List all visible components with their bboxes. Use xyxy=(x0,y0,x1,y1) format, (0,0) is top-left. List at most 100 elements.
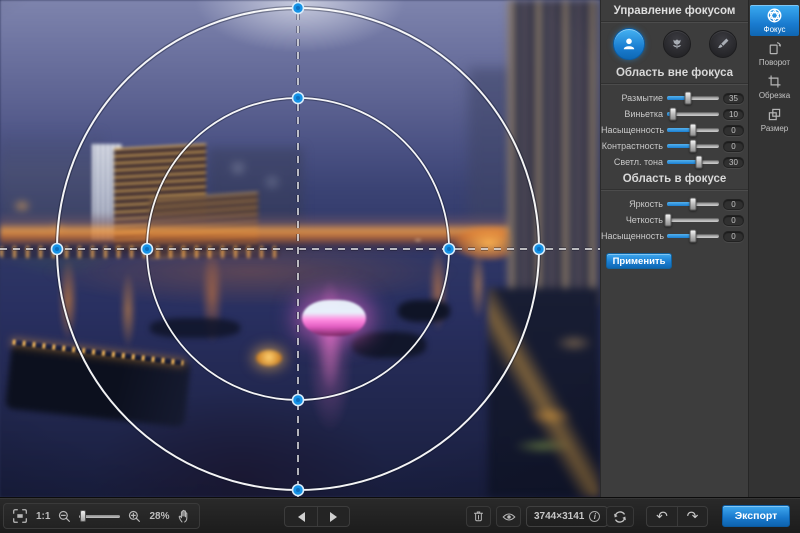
tools-sidebar: Фокус Поворот xyxy=(748,0,800,497)
slider-row: Насыщенность 0 xyxy=(601,122,748,138)
slider-thumb[interactable] xyxy=(665,214,672,227)
slider-thumb[interactable] xyxy=(690,124,697,137)
brush-mode-button[interactable] xyxy=(709,30,737,58)
rotate-icon xyxy=(766,40,783,57)
photo-canvas[interactable] xyxy=(0,0,600,497)
trash-icon xyxy=(471,509,486,524)
undo-button[interactable]: ↶ xyxy=(647,507,677,526)
slider-thumb[interactable] xyxy=(690,230,697,243)
image-dimensions-value: 3744×3141 xyxy=(534,511,584,522)
contrast-slider[interactable] xyxy=(667,144,719,148)
slider-label: Яркость xyxy=(601,199,663,209)
slider-value[interactable]: 0 xyxy=(723,141,744,152)
reset-button[interactable] xyxy=(606,506,634,527)
out-of-focus-title: Область вне фокуса xyxy=(601,67,748,79)
crop-icon xyxy=(766,73,783,90)
portrait-mode-button[interactable] xyxy=(613,28,645,60)
focus-handle-dot xyxy=(296,6,300,10)
previous-image-button[interactable] xyxy=(285,507,317,526)
saturation-out-slider[interactable] xyxy=(667,128,719,132)
slider-label: Четкость xyxy=(601,215,663,225)
next-arrow-icon xyxy=(330,512,337,522)
divider xyxy=(601,189,748,191)
sidebar-item-rotate[interactable]: Поворот xyxy=(750,38,799,69)
slider-thumb[interactable] xyxy=(696,156,703,169)
sharpness-slider[interactable] xyxy=(667,218,719,222)
panel-title: Управление фокусом xyxy=(601,5,748,17)
zoom-slider-thumb[interactable] xyxy=(80,510,86,522)
fit-screen-button[interactable] xyxy=(11,507,29,525)
focus-settings-panel: Управление фокусом Область вне фокуса xyxy=(600,0,748,497)
slider-row: Виньетка 10 xyxy=(601,106,748,122)
next-image-button[interactable] xyxy=(317,507,349,526)
zoom-slider[interactable] xyxy=(79,515,120,518)
divider xyxy=(601,21,748,23)
brightness-slider[interactable] xyxy=(667,202,719,206)
slider-label: Виньетка xyxy=(601,109,663,119)
delete-button[interactable] xyxy=(466,506,491,527)
slider-thumb[interactable] xyxy=(690,140,697,153)
sidebar-item-label: Размер xyxy=(761,124,789,133)
reset-icon xyxy=(612,509,628,525)
sidebar-item-label: Поворот xyxy=(759,58,790,67)
hand-tool-button[interactable] xyxy=(176,508,192,524)
slider-value[interactable]: 0 xyxy=(723,125,744,136)
slider-row: Четкость 0 xyxy=(601,212,748,228)
slider-row: Насыщенность 0 xyxy=(601,228,748,244)
person-icon xyxy=(620,35,638,53)
slider-thumb[interactable] xyxy=(670,108,677,121)
aperture-icon xyxy=(766,7,783,24)
zoom-out-icon[interactable] xyxy=(57,509,72,524)
resize-icon xyxy=(766,106,783,123)
slider-row: Яркость 0 xyxy=(601,196,748,212)
flower-icon xyxy=(669,36,685,52)
saturation-in-slider[interactable] xyxy=(667,234,719,238)
slider-value[interactable]: 10 xyxy=(723,109,744,120)
slider-value[interactable]: 35 xyxy=(723,93,744,104)
slider-label: Насыщенность xyxy=(601,231,663,241)
bottom-toolbar: 1:1 xyxy=(0,497,800,533)
slider-value[interactable]: 0 xyxy=(723,215,744,226)
vignette-slider[interactable] xyxy=(667,112,719,116)
previous-arrow-icon xyxy=(298,512,305,522)
redo-icon: ↷ xyxy=(687,510,699,524)
focus-handle-dot xyxy=(145,247,149,251)
slider-thumb[interactable] xyxy=(690,198,697,211)
out-of-focus-sliders: Размытие 35 Виньетка 10 Насыщенность xyxy=(601,90,748,170)
zoom-level-value: 28% xyxy=(149,511,169,522)
slider-label: Насыщенность xyxy=(601,125,663,135)
zoom-controls-group: 1:1 xyxy=(3,503,200,529)
focus-mode-buttons xyxy=(601,24,748,64)
slider-value[interactable]: 30 xyxy=(723,157,744,168)
export-button[interactable]: Экспорт xyxy=(722,505,790,527)
preview-original-button[interactable] xyxy=(496,506,521,527)
sidebar-item-resize[interactable]: Размер xyxy=(750,104,799,135)
blur-slider[interactable] xyxy=(667,96,719,100)
sidebar-item-focus[interactable]: Фокус xyxy=(750,5,799,36)
focus-handle-dot xyxy=(55,247,59,251)
light-tones-slider[interactable] xyxy=(667,160,719,164)
undo-icon: ↶ xyxy=(656,510,668,524)
slider-value[interactable]: 0 xyxy=(723,231,744,242)
slider-row: Размытие 35 xyxy=(601,90,748,106)
slider-fill xyxy=(667,160,699,164)
slider-label: Светл. тона xyxy=(601,157,663,167)
slider-row: Светл. тона 30 xyxy=(601,154,748,170)
zoom-in-icon[interactable] xyxy=(127,509,142,524)
slider-value[interactable]: 0 xyxy=(723,199,744,210)
focus-handle-dot xyxy=(447,247,451,251)
image-dimensions-button[interactable]: 3744×3141 i xyxy=(526,506,608,527)
macro-mode-button[interactable] xyxy=(663,30,691,58)
in-focus-sliders: Яркость 0 Четкость 0 Насыщенность xyxy=(601,196,748,244)
undo-redo-group: ↶ ↷ xyxy=(646,506,708,527)
redo-button[interactable]: ↷ xyxy=(677,507,707,526)
divider xyxy=(601,83,748,85)
brush-icon xyxy=(715,36,731,52)
focus-overlay xyxy=(0,0,600,497)
sidebar-item-label: Фокус xyxy=(763,25,785,34)
apply-button[interactable]: Применить xyxy=(606,253,672,269)
slider-thumb[interactable] xyxy=(684,92,691,105)
sidebar-item-crop[interactable]: Обрезка xyxy=(750,71,799,102)
eye-icon xyxy=(501,509,517,525)
actual-size-button[interactable]: 1:1 xyxy=(36,511,50,522)
